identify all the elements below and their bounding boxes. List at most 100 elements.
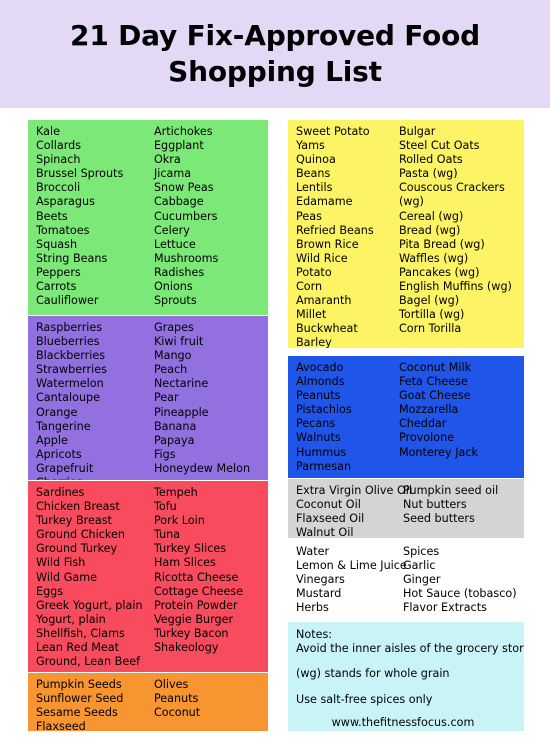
- food-item: Mango: [153, 349, 192, 363]
- seeds-column-right: Olives Peanuts Coconut: [154, 678, 268, 720]
- food-item: Carrots: [36, 280, 77, 294]
- food-item: Pecans: [296, 417, 336, 431]
- food-item: Ground Turkey: [36, 542, 118, 556]
- food-item: Grapefruit: [36, 461, 94, 475]
- food-item: Nut butters: [403, 498, 467, 512]
- food-item: Shakeology: [153, 641, 219, 655]
- food-item: Edamame: [296, 195, 353, 209]
- food-item: Bagel (wg): [398, 294, 460, 308]
- carbs-column-left: Sweet Potato Yams Quinoa Beans Lentils Edamam…: [288, 125, 399, 348]
- food-item: Potato: [296, 265, 332, 279]
- food-item: Pita Bread (wg): [398, 237, 485, 251]
- food-item: Tortilla (wg): [398, 308, 465, 322]
- category-block-fruits: Raspberries Blueberries Blackberries Strawb…: [28, 316, 268, 480]
- food-item: Herbs: [296, 601, 329, 615]
- food-item: Steel Cut Oats: [398, 139, 480, 153]
- food-item: Greek Yogurt, plain: [36, 598, 143, 612]
- food-item: Hot Sauce (tobasco): [403, 587, 517, 601]
- vegetables-column-left: Kale Collards Spinach Brussel Sprouts Brocco…: [28, 125, 154, 308]
- food-item: Blueberries: [36, 335, 100, 349]
- food-item: Celery: [153, 223, 190, 237]
- food-item: Coconut Milk: [398, 361, 472, 374]
- food-item: Papaya: [153, 433, 195, 447]
- food-item: Parmesan: [296, 459, 352, 473]
- food-item: Tuna: [153, 528, 181, 542]
- food-item: Peppers: [36, 265, 81, 279]
- notes-line-2: (wg) stands for whole grain: [296, 667, 450, 681]
- page-title-line-1: 21 Day Fix-Approved Food: [70, 19, 480, 53]
- food-item: Yams: [296, 139, 325, 153]
- category-block-proteins: Sardines Chicken Breast Turkey Breast Groun…: [28, 481, 268, 672]
- food-item: Honeydew Melon: [153, 461, 251, 475]
- vegetables-column-right: Artichokes Eggplant Okra Jicama Snow Peas Cab…: [154, 125, 268, 308]
- seeds-columns: Pumpkin Seeds Sunflower Seed Sesame Seeds F…: [28, 678, 268, 731]
- food-item: Pasta (wg): [398, 167, 458, 181]
- food-item: Refried Beans: [296, 223, 374, 237]
- food-item: Barley: [296, 336, 332, 348]
- food-item: Lettuce: [153, 237, 196, 251]
- food-item: Eggs: [36, 584, 64, 598]
- category-block-oils: Extra Virgin Olive Oil Coconut Oil Flaxsee…: [288, 479, 524, 538]
- website-url[interactable]: www.thefitnessfocus.com: [288, 707, 524, 730]
- food-item: Ricotta Cheese: [153, 570, 239, 584]
- food-item: Snow Peas: [153, 181, 214, 195]
- food-item: Sardines: [36, 486, 85, 499]
- seasonings-column-left: Water Lemon & Lime Juice Vinegars Mustard He…: [288, 545, 407, 615]
- food-item: Mushrooms: [153, 251, 219, 265]
- food-item: Brown Rice: [296, 237, 359, 251]
- food-item: Peach: [153, 363, 188, 377]
- food-item: Coconut: [153, 706, 201, 720]
- food-item: Grapes: [153, 321, 194, 334]
- food-item: Cucumbers: [153, 209, 218, 223]
- shopping-list-page: 21 Day Fix-Approved Food Shopping List K…: [0, 0, 550, 756]
- category-block-vegetables: Kale Collards Spinach Brussel Sprouts Brocco…: [28, 120, 268, 315]
- page-title: 21 Day Fix-Approved Food Shopping List: [50, 18, 500, 90]
- food-item: Raspberries: [36, 321, 103, 334]
- food-item: Flaxseed: [36, 720, 86, 731]
- food-item: Cheddar: [398, 417, 447, 431]
- food-item: English Muffins (wg): [398, 280, 512, 294]
- food-item: Rolled Oats: [398, 153, 463, 167]
- food-item: Peanuts: [153, 692, 199, 706]
- food-item: Jicama: [153, 167, 192, 181]
- food-item: Apple: [36, 433, 68, 447]
- food-item: Wild Rice: [296, 251, 348, 265]
- vegetables-columns: Kale Collards Spinach Brussel Sprouts Brocco…: [28, 125, 268, 308]
- food-item: Nectarine: [153, 377, 209, 391]
- notes-spacer-1: [288, 656, 524, 667]
- fats-column-right: Coconut Milk Feta Cheese Goat Cheese Mozzar…: [399, 361, 524, 460]
- category-block-fats: Avocado Almonds Peanuts Pistachios Pecans Wal…: [288, 356, 524, 478]
- food-item: Mozzarella: [398, 403, 459, 417]
- food-item: Buckwheat: [296, 322, 358, 336]
- food-item: Turkey Bacon: [153, 626, 229, 640]
- oils-column-left: Extra Virgin Olive Oil Coconut Oil Flaxsee…: [288, 484, 412, 538]
- food-item: Walnut Oil: [296, 526, 354, 538]
- food-item: Blackberries: [36, 349, 106, 363]
- category-block-seasonings: Water Lemon & Lime Juice Vinegars Mustard He…: [288, 540, 524, 618]
- seeds-column-left: Pumpkin Seeds Sunflower Seed Sesame Seeds F…: [28, 678, 154, 731]
- food-item: Turkey Breast: [36, 514, 112, 528]
- food-item: Almonds: [296, 375, 345, 389]
- food-item: Mustard: [296, 587, 342, 601]
- food-item: Apricots: [36, 447, 82, 461]
- food-item: Pumpkin seed oil: [403, 484, 499, 497]
- food-item: Tofu: [153, 500, 177, 514]
- food-item: Beets: [36, 209, 68, 223]
- food-item: Pork Loin: [153, 514, 205, 528]
- food-item: Collards: [36, 139, 82, 153]
- food-item: Figs: [153, 447, 176, 461]
- food-item: Hummus: [296, 445, 347, 459]
- food-item: Orange: [36, 405, 78, 419]
- notes-line-3: Use salt-free spices only: [296, 692, 433, 706]
- food-item: Feta Cheese: [398, 375, 468, 389]
- food-item: Olives: [153, 678, 189, 691]
- food-item: Extra Virgin Olive Oil: [296, 484, 412, 497]
- food-item: Kale: [36, 125, 60, 138]
- food-item: Lemon & Lime Juice: [296, 559, 407, 573]
- food-item: Pear: [153, 391, 179, 405]
- food-item: Sesame Seeds: [36, 706, 118, 720]
- food-item: Pineapple: [153, 405, 209, 419]
- food-item: Okra: [153, 153, 181, 167]
- food-item: Yogurt, plain: [36, 612, 106, 626]
- food-item: Walnuts: [296, 431, 341, 445]
